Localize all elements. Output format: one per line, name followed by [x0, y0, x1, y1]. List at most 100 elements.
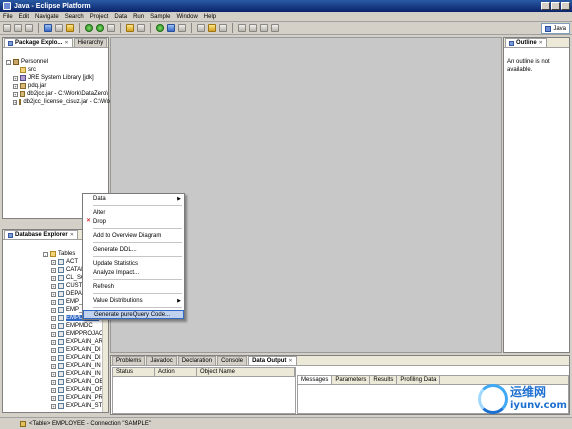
expand-icon[interactable]: + [51, 291, 56, 297]
expand-icon[interactable]: + [51, 283, 56, 289]
context-menu-item[interactable]: Generate pureQuery Code... [83, 310, 184, 319]
database-icon[interactable] [178, 24, 186, 32]
tree-item[interactable]: + JRE System Library [jdk] [3, 74, 108, 82]
external-tools-icon[interactable] [107, 24, 115, 32]
expand-icon[interactable]: + [51, 363, 56, 369]
expand-icon[interactable]: + [51, 355, 56, 361]
context-menu-item[interactable]: ✕ Drop [83, 217, 184, 226]
context-menu-item[interactable]: Data ▶ [83, 194, 184, 203]
tab-console[interactable]: Console [217, 356, 248, 365]
close-icon[interactable]: ✕ [70, 232, 74, 238]
open-type-icon[interactable] [126, 24, 134, 32]
table-node[interactable]: + EXPLAIN_AR [3, 338, 108, 346]
new-class-icon[interactable] [66, 24, 74, 32]
expand-icon[interactable]: + [51, 347, 56, 353]
expand-icon[interactable]: + [51, 371, 56, 377]
expand-icon[interactable]: + [51, 315, 56, 321]
edit-icon[interactable] [219, 24, 227, 32]
column-action[interactable]: Action [155, 368, 197, 376]
detail-tab-profiling-data[interactable]: Profiling Data [397, 376, 441, 384]
tab-package-explorer[interactable]: Package Explo... ✕ [4, 38, 73, 47]
save-icon[interactable] [14, 24, 22, 32]
table-node[interactable]: + EXPLAIN_IN [3, 370, 108, 378]
new-icon[interactable] [3, 24, 11, 32]
expand-icon[interactable]: + [51, 307, 56, 313]
open-folder-icon[interactable] [208, 24, 216, 32]
database-connect-icon[interactable] [167, 24, 175, 32]
expand-icon[interactable]: + [13, 99, 18, 105]
detail-tab-parameters[interactable]: Parameters [332, 376, 371, 384]
close-icon[interactable]: ✕ [539, 40, 543, 46]
expand-icon[interactable]: + [13, 91, 18, 97]
tab-javadoc[interactable]: Javadoc [146, 356, 177, 365]
tab-data-output[interactable]: Data Output ✕ [248, 356, 297, 365]
menu-project[interactable]: Project [90, 14, 109, 20]
new-package-icon[interactable] [55, 24, 63, 32]
tree-item[interactable]: + pdq.jar [3, 82, 108, 90]
tab-database-explorer[interactable]: Database Explorer ✕ [4, 230, 78, 239]
menu-data[interactable]: Data [114, 14, 127, 20]
menu-sample[interactable]: Sample [150, 14, 170, 20]
table-node[interactable]: + EXPLAIN_ST [3, 402, 108, 410]
table-node[interactable]: + EXPLAIN_OB [3, 378, 108, 386]
run-icon[interactable] [96, 24, 104, 32]
table-node[interactable]: + EXPLAIN_OF [3, 386, 108, 394]
debug-icon[interactable] [85, 24, 93, 32]
context-menu-item[interactable]: Add to Overview Diagram [83, 231, 184, 240]
expand-icon[interactable]: + [13, 83, 18, 89]
column-object-name[interactable]: Object Name [197, 368, 295, 376]
search-icon[interactable] [137, 24, 145, 32]
expand-icon[interactable]: + [51, 299, 56, 305]
expand-icon[interactable]: + [51, 259, 56, 265]
expand-icon[interactable]: + [51, 379, 56, 385]
menu-search[interactable]: Search [65, 14, 84, 20]
menu-navigate[interactable]: Navigate [35, 14, 59, 20]
context-menu-item[interactable]: Alter [83, 208, 184, 217]
collapse-icon[interactable]: - [43, 251, 48, 257]
expand-icon[interactable]: + [51, 267, 56, 273]
menu-file[interactable]: File [3, 14, 13, 20]
context-menu-item[interactable]: Generate DDL... [83, 245, 184, 254]
table-node[interactable]: + EMPPROJACT [3, 330, 108, 338]
context-menu-item[interactable]: Analyze Impact... [83, 268, 184, 277]
tree-item[interactable]: src [3, 66, 108, 74]
table-node[interactable]: + EXPLAIN_PR [3, 394, 108, 402]
expand-icon[interactable]: + [51, 387, 56, 393]
expand-icon[interactable]: + [51, 331, 56, 337]
close-icon[interactable]: ✕ [64, 40, 68, 46]
context-menu-item[interactable]: Refresh [83, 282, 184, 291]
context-menu-item[interactable]: Value Distributions ▶ [83, 296, 184, 305]
close-button[interactable] [561, 2, 570, 10]
previous-annotation-icon[interactable] [249, 24, 257, 32]
expand-icon[interactable]: + [51, 275, 56, 281]
detail-tab-messages[interactable]: Messages [298, 376, 333, 384]
new-sql-script-icon[interactable] [197, 24, 205, 32]
detail-tab-results[interactable]: Results [370, 376, 398, 384]
context-menu-item[interactable]: Update Statistics [83, 259, 184, 268]
new-java-project-icon[interactable] [44, 24, 52, 32]
column-status[interactable]: Status [113, 368, 155, 376]
tab-hierarchy[interactable]: Hierarchy [73, 38, 108, 47]
tree-item[interactable]: + db2jcc.jar - C:\Work\DataZero\ [3, 90, 108, 98]
next-annotation-icon[interactable] [238, 24, 246, 32]
back-icon[interactable] [260, 24, 268, 32]
perspective-switcher[interactable]: Java [541, 23, 570, 34]
table-node[interactable]: + EXPLAIN_DI [3, 346, 108, 354]
tab-declaration[interactable]: Declaration [177, 356, 217, 365]
menu-run[interactable]: Run [133, 14, 144, 20]
expand-icon[interactable]: + [51, 339, 56, 345]
collapse-icon[interactable]: - [6, 59, 11, 65]
menu-edit[interactable]: Edit [19, 14, 29, 20]
tab-outline[interactable]: Outline ✕ [505, 38, 547, 47]
tree-item[interactable]: + db2jcc_license_cisuz.jar - C:\Wo [3, 98, 110, 106]
close-icon[interactable]: ✕ [288, 358, 292, 364]
run-sql-icon[interactable] [156, 24, 164, 32]
maximize-button[interactable] [551, 2, 560, 10]
expand-icon[interactable]: + [51, 323, 56, 329]
expand-icon[interactable]: + [51, 403, 56, 409]
forward-icon[interactable] [271, 24, 279, 32]
print-icon[interactable] [25, 24, 33, 32]
table-node[interactable]: + EXPLAIN_DI [3, 354, 108, 362]
expand-icon[interactable]: + [13, 75, 18, 81]
table-node[interactable]: + EMPMDC [3, 322, 108, 330]
